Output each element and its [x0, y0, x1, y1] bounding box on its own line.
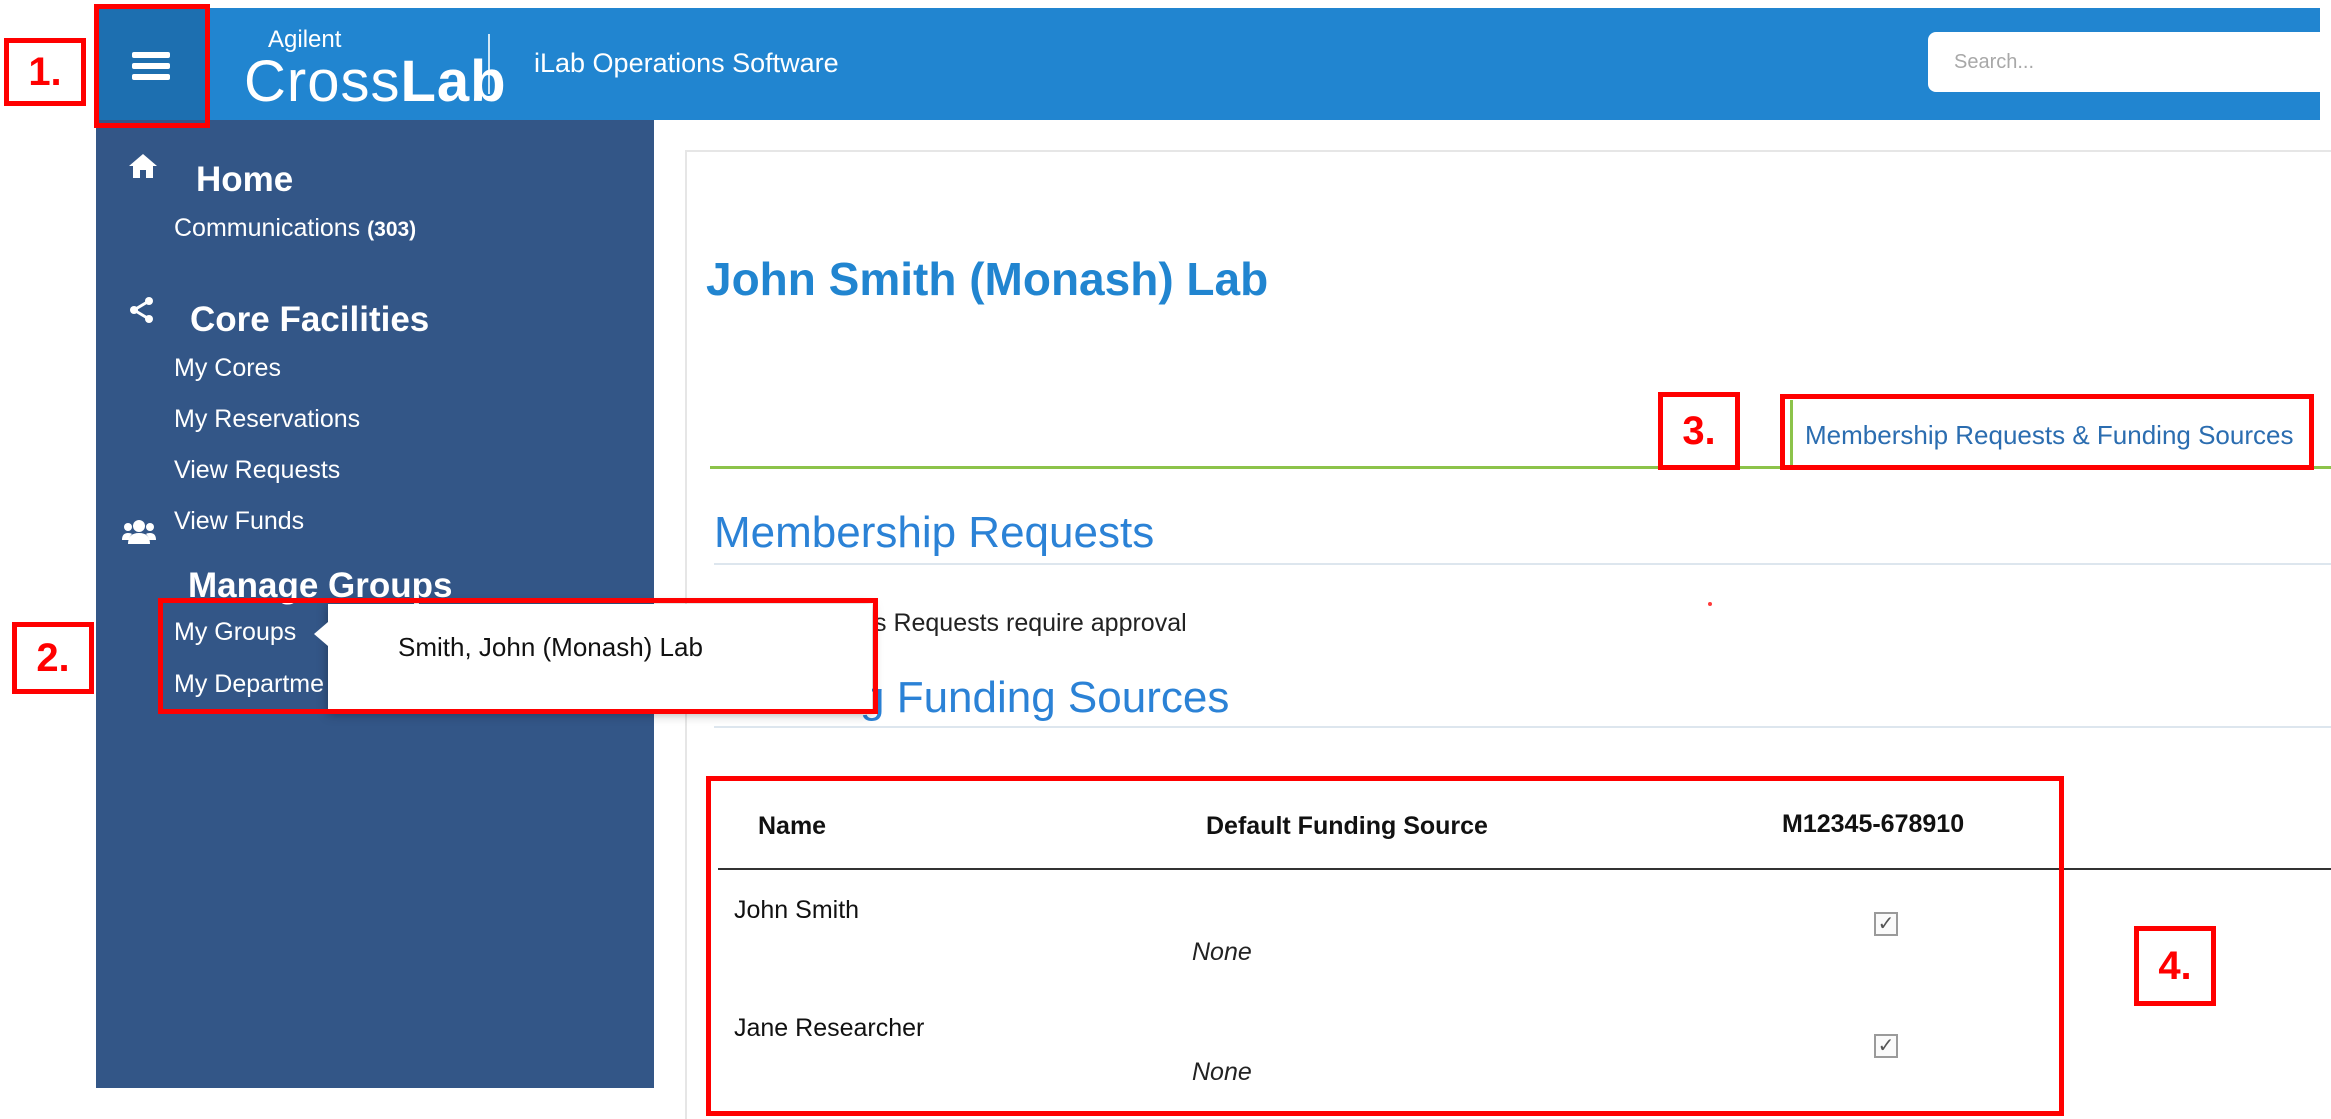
callout-label-3: 3.	[1658, 392, 1740, 470]
membership-note: s Requests require approval	[874, 609, 1187, 637]
callout-box-2	[158, 598, 878, 714]
home-icon	[128, 152, 158, 187]
section-divider	[714, 726, 2331, 728]
callout-label-4: 4.	[2134, 926, 2216, 1006]
callout-box-1	[94, 4, 210, 128]
search-input[interactable]	[1928, 32, 2331, 92]
share-icon	[128, 296, 156, 331]
stray-dot	[1708, 602, 1712, 606]
users-icon	[122, 518, 156, 553]
sidebar-item-my-reservations[interactable]: My Reservations	[174, 405, 360, 434]
section-divider	[714, 563, 2331, 565]
callout-label-1: 1.	[4, 38, 86, 106]
page-title: John Smith (Monash) Lab	[706, 253, 1269, 305]
membership-requests-heading: Membership Requests	[714, 508, 1155, 557]
topbar-divider	[488, 34, 490, 94]
communications-count: (303)	[367, 218, 417, 241]
sidebar-item-view-requests[interactable]: View Requests	[174, 456, 340, 485]
app-name: iLab Operations Software	[534, 48, 839, 78]
sidebar-item-label: Communications	[174, 214, 361, 242]
funding-sources-heading: g Funding Sources	[860, 673, 1230, 722]
callout-box-4	[706, 776, 2064, 1116]
callout-label-2: 2.	[12, 622, 94, 694]
sidebar-section-home[interactable]: Home	[196, 160, 293, 200]
sidebar-item-view-funds[interactable]: View Funds	[174, 507, 304, 536]
logo-cross-text: Cross	[244, 49, 401, 114]
sidebar-item-communications[interactable]: Communications (303)	[174, 214, 416, 243]
sidebar-section-core-facilities[interactable]: Core Facilities	[190, 300, 429, 340]
logo-crosslab[interactable]: CrossLab	[244, 48, 507, 115]
sidebar-item-my-cores[interactable]: My Cores	[174, 354, 281, 383]
logo-lab-text: Lab	[400, 49, 507, 114]
callout-box-3	[1780, 394, 2314, 470]
